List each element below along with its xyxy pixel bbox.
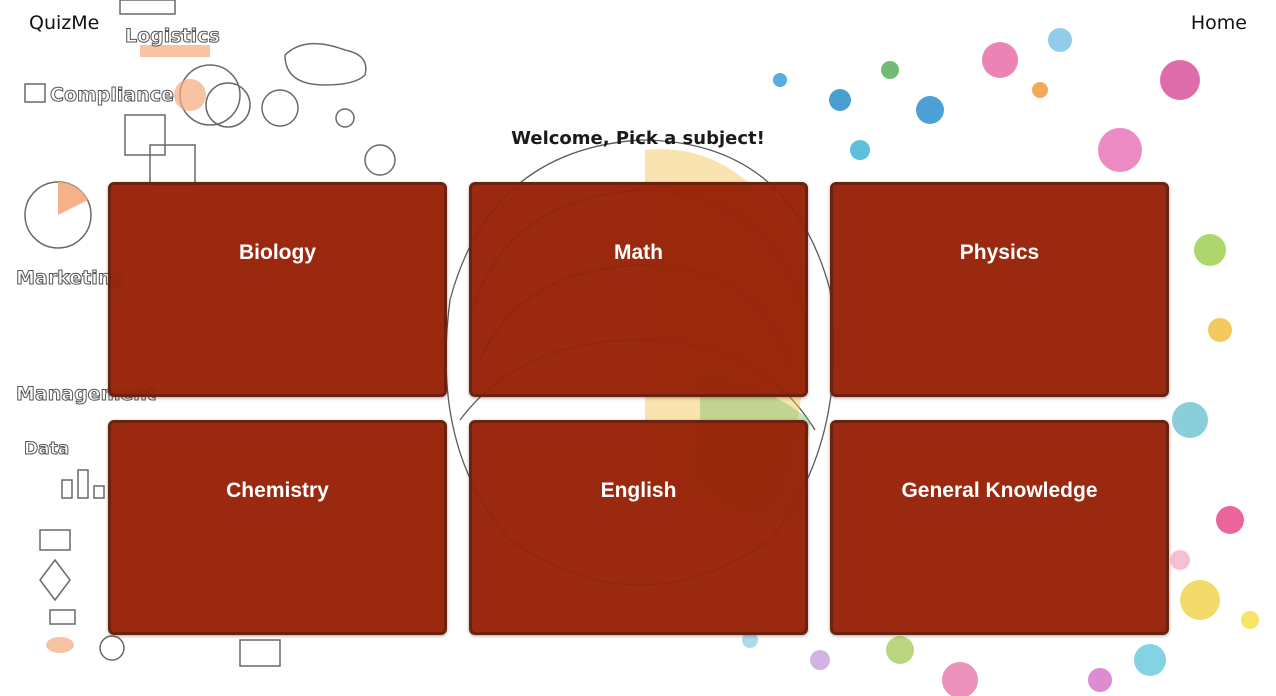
subject-card-label: English	[600, 479, 677, 502]
subject-card-english[interactable]: English	[469, 420, 808, 635]
subject-card-label: Biology	[239, 241, 316, 264]
brand-link[interactable]: QuizMe	[29, 12, 99, 34]
welcome-heading: Welcome, Pick a subject!	[511, 128, 765, 149]
subject-card-label: Math	[614, 241, 663, 264]
navbar: QuizMe Home	[0, 0, 1276, 48]
subject-card-physics[interactable]: Physics	[830, 182, 1169, 397]
subject-card-math[interactable]: Math	[469, 182, 808, 397]
sketch-word-data: Data	[24, 439, 69, 459]
subject-card-general-knowledge[interactable]: General Knowledge	[830, 420, 1169, 635]
subject-card-biology[interactable]: Biology	[108, 182, 447, 397]
subject-card-chemistry[interactable]: Chemistry	[108, 420, 447, 635]
subject-grid: Biology Math Physics Chemistry English G…	[108, 182, 1169, 635]
sketch-word-compliance: Compliance	[50, 84, 174, 106]
home-link[interactable]: Home	[1191, 12, 1247, 34]
subject-card-label: Physics	[959, 241, 1040, 264]
subject-card-label: General Knowledge	[901, 479, 1098, 502]
subject-card-label: Chemistry	[226, 479, 329, 502]
